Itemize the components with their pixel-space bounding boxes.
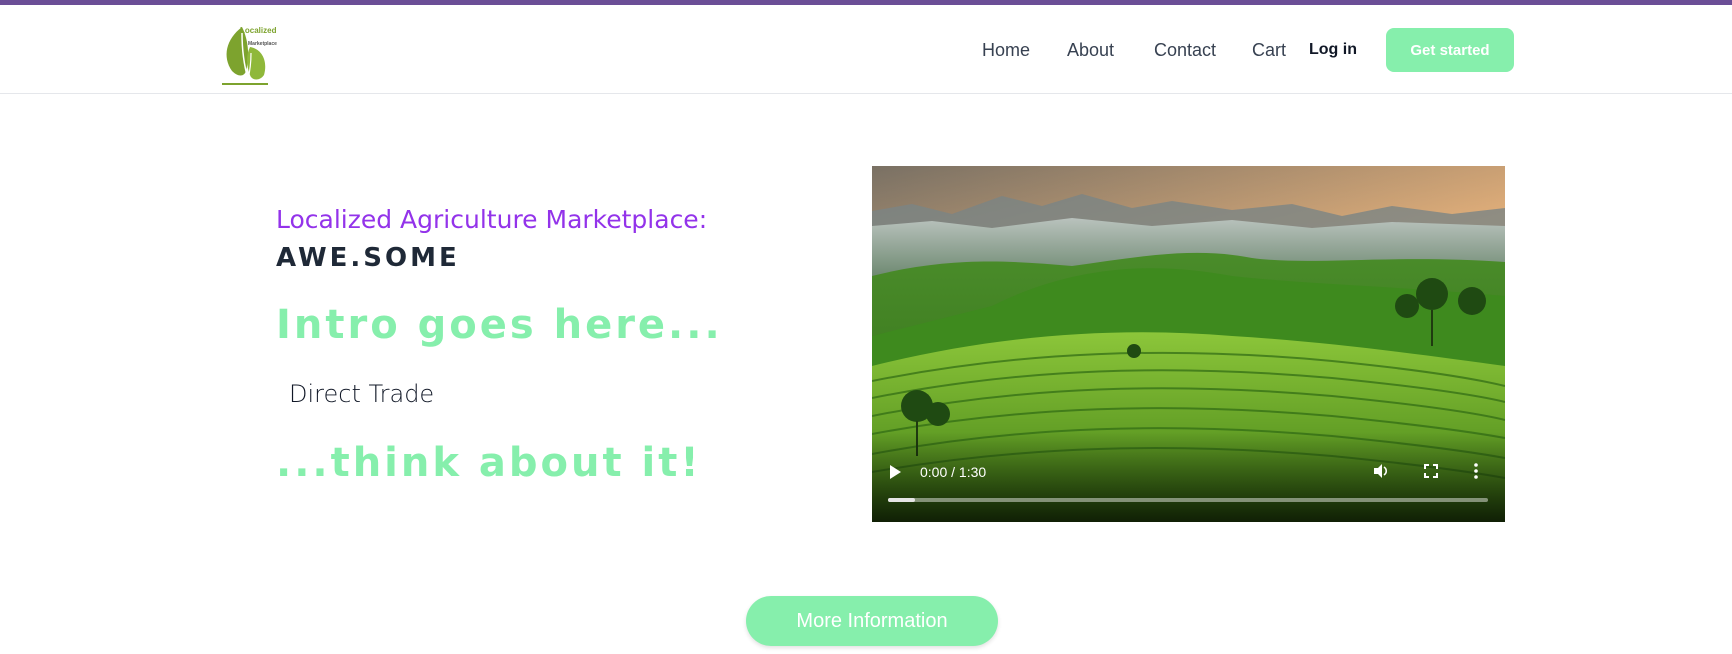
video-progress-fill [888, 498, 915, 502]
video-player[interactable]: 0:00 / 1:30 [872, 166, 1505, 522]
video-progress-bar[interactable] [888, 498, 1488, 502]
video-time: 0:00 / 1:30 [920, 464, 987, 480]
logo-text-line2: Marketplace [248, 41, 277, 47]
logo-text-line1: Localized [240, 26, 277, 35]
play-icon[interactable] [888, 464, 902, 480]
more-options-icon[interactable] [1474, 463, 1478, 479]
nav-contact[interactable]: Contact [1154, 40, 1216, 61]
hero-subtitle: Localized Agriculture Marketplace: [276, 205, 708, 234]
login-link[interactable]: Log in [1309, 41, 1357, 59]
site-header: Localized Marketplace Home About Contact… [0, 5, 1732, 94]
hero-brand: AWE.SOME [276, 243, 460, 273]
hero-intro: Intro goes here... [276, 302, 723, 348]
site-logo[interactable]: Localized Marketplace [220, 19, 280, 87]
nav-about[interactable]: About [1067, 40, 1114, 61]
volume-icon[interactable] [1372, 462, 1390, 480]
fullscreen-icon[interactable] [1424, 464, 1438, 478]
hero-outro: ...think about it! [276, 440, 702, 486]
get-started-button[interactable]: Get started [1386, 28, 1514, 72]
typed-text: Direct Trade [289, 380, 435, 408]
nav-cart[interactable]: Cart [1252, 40, 1286, 61]
more-information-button[interactable]: More Information [746, 596, 998, 646]
nav-home[interactable]: Home [982, 40, 1030, 61]
